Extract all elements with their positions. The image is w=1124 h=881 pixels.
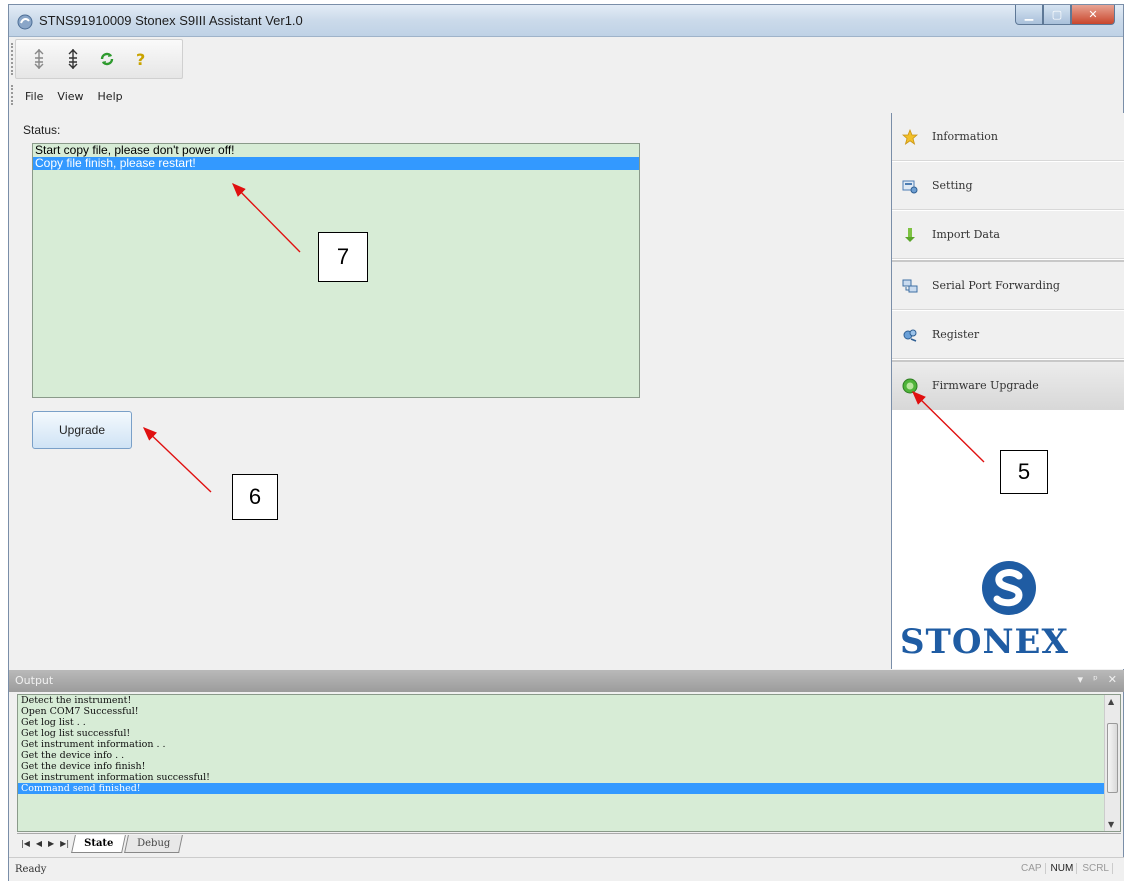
output-line: Get the device info finish! [21, 761, 146, 772]
sidebar-item-import-data[interactable]: Import Data [892, 211, 1124, 259]
callout-7: 7 [318, 232, 368, 282]
output-line-selected: Command send finished! [18, 783, 1120, 794]
tab-last-icon[interactable]: ▶| [60, 839, 69, 848]
status-ready: Ready [15, 864, 47, 875]
minimize-button[interactable]: ▁ [1015, 5, 1043, 25]
output-line: Get the device info . . [21, 750, 125, 761]
help-button[interactable]: ? [128, 46, 154, 72]
sidebar-item-label: Firmware Upgrade [932, 379, 1039, 392]
sidebar-item-label: Register [932, 328, 980, 341]
app-window: STNS91910009 Stonex S9III Assistant Ver1… [8, 4, 1124, 881]
num-lock-indicator: NUM [1048, 863, 1078, 874]
sidebar: Information Setting Import Data Serial P… [891, 113, 1124, 669]
output-title: Output [15, 674, 54, 687]
upgrade-button[interactable]: Upgrade [32, 411, 132, 449]
output-line: Detect the instrument! [21, 695, 132, 706]
maximize-button[interactable]: ▢ [1043, 5, 1071, 25]
key-indicators: CAP NUM SCRL [1018, 863, 1113, 874]
tab-first-icon[interactable]: |◀ [21, 839, 30, 848]
refresh-icon [100, 52, 114, 66]
window-title: STNS91910009 Stonex S9III Assistant Ver1… [39, 13, 303, 28]
firmware-icon [902, 378, 918, 393]
menu-view[interactable]: View [57, 90, 83, 103]
stonex-logo-text: STONEX [900, 622, 1069, 662]
main-area: Status: Start copy file, please don't po… [9, 113, 891, 663]
output-log[interactable]: Detect the instrument! Open COM7 Success… [17, 694, 1121, 832]
sidebar-item-serial-port-forwarding[interactable]: Serial Port Forwarding [892, 262, 1124, 310]
caps-lock-indicator: CAP [1018, 863, 1046, 874]
menu-file[interactable]: File [25, 90, 43, 103]
window-controls: ▁ ▢ ✕ [1015, 5, 1115, 25]
app-icon [17, 14, 33, 30]
tab-next-icon[interactable]: ▶ [48, 839, 54, 848]
disconnect-icon [68, 49, 78, 69]
refresh-button[interactable] [94, 46, 120, 72]
star-icon [902, 128, 918, 145]
callout-5: 5 [1000, 450, 1048, 494]
tab-debug[interactable]: Debug [124, 834, 184, 853]
serial-port-icon [902, 279, 918, 292]
settings-icon [902, 180, 918, 193]
output-line: Get log list . . [21, 717, 86, 728]
toolbar: ? [15, 39, 183, 79]
status-bar: Ready CAP NUM SCRL [9, 857, 1124, 881]
tab-prev-icon[interactable]: ◀ [36, 839, 42, 848]
output-line: Get log list successful! [21, 728, 131, 739]
scroll-lock-indicator: SCRL [1079, 863, 1113, 874]
pane-close-icon[interactable]: ✕ [1108, 673, 1117, 686]
output-tabstrip: |◀ ◀ ▶ ▶| State Debug [17, 833, 1121, 853]
output-pane-header: Output ▾ ᵖ ✕ [9, 670, 1124, 692]
status-label: Status: [23, 123, 61, 137]
sidebar-item-information[interactable]: Information [892, 113, 1124, 161]
connect-icon [34, 49, 44, 69]
pane-pin-icon[interactable]: ᵖ [1093, 673, 1098, 686]
stonex-logo-icon [982, 561, 1036, 615]
output-line: Open COM7 Successful! [21, 706, 139, 717]
output-line: Get instrument information successful! [21, 772, 210, 783]
tab-state[interactable]: State [71, 834, 127, 853]
sidebar-item-label: Information [932, 130, 999, 143]
menu-bar: File View Help [15, 85, 123, 107]
output-scrollbar[interactable]: ▲ ▼ [1104, 695, 1120, 831]
title-bar: STNS91910009 Stonex S9III Assistant Ver1… [9, 5, 1123, 37]
sidebar-item-label: Import Data [932, 228, 1000, 241]
scroll-down-icon[interactable]: ▼ [1108, 820, 1114, 829]
disconnect-button[interactable] [60, 46, 86, 72]
sidebar-item-setting[interactable]: Setting [892, 162, 1124, 210]
import-icon [905, 227, 915, 242]
status-line-selected[interactable]: Copy file finish, please restart! [33, 157, 639, 170]
sidebar-item-label: Serial Port Forwarding [932, 279, 1060, 292]
tab-state-label: State [84, 837, 114, 849]
menu-help[interactable]: Help [98, 90, 123, 103]
help-icon: ? [136, 50, 145, 68]
toolbar-grip[interactable] [11, 43, 13, 75]
scroll-up-icon[interactable]: ▲ [1108, 697, 1114, 706]
register-icon [903, 329, 917, 342]
menubar-grip[interactable] [11, 85, 13, 105]
tab-debug-label: Debug [137, 837, 171, 849]
close-button[interactable]: ✕ [1071, 5, 1115, 25]
output-line: Get instrument information . . [21, 739, 166, 750]
svg-text:?: ? [136, 50, 145, 68]
sidebar-item-label: Setting [932, 179, 973, 192]
sidebar-item-firmware-upgrade[interactable]: Firmware Upgrade [892, 362, 1124, 410]
sidebar-item-register[interactable]: Register [892, 311, 1124, 359]
pane-dropdown-icon[interactable]: ▾ [1078, 673, 1084, 686]
callout-6: 6 [232, 474, 278, 520]
stonex-logo: STONEX [892, 558, 1124, 668]
output-pane-controls: ▾ ᵖ ✕ [1078, 673, 1117, 686]
connect-button[interactable] [26, 46, 52, 72]
scrollbar-thumb[interactable] [1107, 723, 1118, 793]
